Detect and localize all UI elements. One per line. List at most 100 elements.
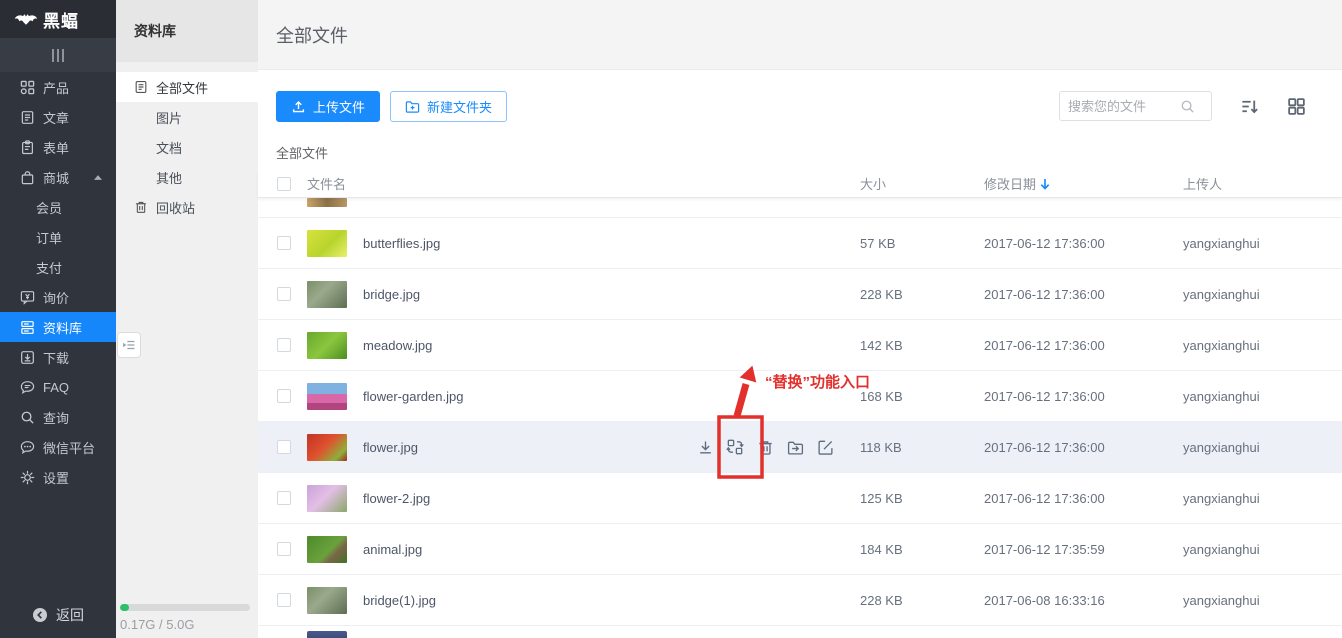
file-thumbnail [307,281,347,308]
sidebar-item-faq[interactable]: FAQ [0,372,116,402]
replace-icon[interactable] [726,438,744,456]
panel-item-all-files[interactable]: 全部文件 [116,72,258,102]
file-thumbnail [307,587,347,614]
panel-item-documents[interactable]: 文档 [116,132,258,162]
column-header-modified[interactable]: 修改日期 [984,174,1183,193]
table-row-hovered[interactable]: flower.jpg 118 KB 2017-06-12 17:36:00 ya… [258,422,1342,473]
file-size: 228 KB [860,593,984,608]
sort-order-icon[interactable] [1240,97,1259,116]
table-row[interactable]: flower-garden.jpg 168 KB 2017-06-12 17:3… [258,371,1342,422]
sidebar-collapse-handle[interactable] [0,38,116,72]
table-row[interactable]: butterflies.jpg 57 KB 2017-06-12 17:36:0… [258,218,1342,269]
edit-icon[interactable] [816,438,834,456]
panel-collapse-button[interactable] [117,332,141,358]
column-header-uploader: 上传人 [1183,174,1342,193]
sort-desc-arrow-icon [1040,178,1050,190]
column-header-name: 文件名 [307,174,860,193]
sidebar-item-download[interactable]: 下载 [0,342,116,372]
sidebar-item-articles[interactable]: 文章 [0,102,116,132]
search-input[interactable] [1068,99,1180,114]
sidebar-item-settings[interactable]: 设置 [0,462,116,492]
file-size: 228 KB [860,287,984,302]
trash-icon [134,200,148,214]
file-name: butterflies.jpg [363,236,440,251]
panel-item-recycle-bin[interactable]: 回收站 [116,192,258,222]
panel-item-others[interactable]: 其他 [116,162,258,192]
file-uploader: yangxianghui [1183,338,1342,353]
sidebar-item-wechat[interactable]: 微信平台 [0,432,116,462]
sidebar-item-payment[interactable]: 支付 [0,252,116,282]
file-size: 168 KB [860,389,984,404]
row-checkbox[interactable] [277,236,291,250]
table-header: 文件名 大小 修改日期 上传人 [258,170,1342,198]
back-button[interactable]: 返回 [0,600,116,630]
table-row[interactable]: flower-2.jpg 125 KB 2017-06-12 17:36:00 … [258,473,1342,524]
table-row[interactable]: animal.jpg 184 KB 2017-06-12 17:35:59 ya… [258,524,1342,575]
download-icon[interactable] [696,438,714,456]
file-modified: 2017-06-12 17:35:59 [984,542,1183,557]
storage-usage: 0.17G / 5.0G [120,604,250,632]
grid-view-icon[interactable] [1287,97,1306,116]
sidebar-item-inquiry[interactable]: 询价 [0,282,116,312]
file-size: 118 KB [860,440,984,455]
upload-file-button[interactable]: 上传文件 [276,91,380,122]
library-panel: 资料库 全部文件 图片 文档 其他 回收站 0.17G / 5.0G [116,0,258,638]
file-thumbnail [307,485,347,512]
sidebar-item-members[interactable]: 会员 [0,192,116,222]
file-name: meadow.jpg [363,338,432,353]
table-row-partial[interactable] [258,631,1342,638]
page-title: 全部文件 [276,22,348,48]
app-logo-text: 黑蝠 [43,7,79,32]
file-thumbnail [307,230,347,257]
row-checkbox[interactable] [277,338,291,352]
sidebar-item-orders[interactable]: 订单 [0,222,116,252]
sidebar-nav: 产品 文章 表单 商城 会员 订单 支付 询价 资料库 下载 FAQ 查询 微信… [0,72,116,492]
faq-bubble-icon [20,380,35,395]
inquiry-bubble-icon [20,290,35,305]
select-all-checkbox[interactable] [277,177,291,191]
delete-icon[interactable] [756,438,774,456]
panel-item-images[interactable]: 图片 [116,102,258,132]
sidebar-item-forms[interactable]: 表单 [0,132,116,162]
row-checkbox[interactable] [277,491,291,505]
file-thumbnail [307,631,347,638]
main-content: 全部文件 上传文件 新建文件夹 全部文件 文件名 大小 修改日期 上传人 [258,0,1342,638]
storage-bar-track [120,604,250,611]
file-size: 125 KB [860,491,984,506]
panel-nav: 全部文件 图片 文档 其他 回收站 [116,72,258,222]
upload-icon [291,99,306,114]
row-checkbox[interactable] [277,287,291,301]
sidebar-item-query[interactable]: 查询 [0,402,116,432]
toolbar-right [1059,91,1306,121]
article-icon [20,110,35,125]
file-modified: 2017-06-12 17:36:00 [984,440,1183,455]
file-uploader: yangxianghui [1183,491,1342,506]
file-table-body: butterflies.jpg 57 KB 2017-06-12 17:36:0… [258,198,1342,638]
file-modified: 2017-06-12 17:36:00 [984,389,1183,404]
caret-up-icon [94,175,102,180]
storage-bar-fill [120,604,129,611]
table-row[interactable]: meadow.jpg 142 KB 2017-06-12 17:36:00 ya… [258,320,1342,371]
new-folder-button[interactable]: 新建文件夹 [390,91,507,122]
table-row[interactable]: bridge(1).jpg 228 KB 2017-06-08 16:33:16… [258,575,1342,626]
move-to-folder-icon[interactable] [786,438,804,456]
panel-title: 资料库 [116,0,258,62]
folder-plus-icon [405,99,420,114]
file-modified: 2017-06-12 17:36:00 [984,236,1183,251]
file-uploader: yangxianghui [1183,236,1342,251]
sidebar-item-mall[interactable]: 商城 [0,162,116,192]
row-checkbox[interactable] [277,389,291,403]
table-row-partial[interactable] [258,198,1342,218]
file-uploader: yangxianghui [1183,287,1342,302]
sidebar-item-library[interactable]: 资料库 [0,312,116,342]
search-icon[interactable] [1180,99,1195,114]
breadcrumb: 全部文件 [276,143,328,162]
row-checkbox[interactable] [277,593,291,607]
row-checkbox[interactable] [277,440,291,454]
sidebar-item-products[interactable]: 产品 [0,72,116,102]
table-row[interactable]: bridge.jpg 228 KB 2017-06-12 17:36:00 ya… [258,269,1342,320]
row-actions [696,438,834,456]
app-logo: 黑蝠 [0,0,116,38]
storage-label: 0.17G / 5.0G [120,617,250,632]
row-checkbox[interactable] [277,542,291,556]
